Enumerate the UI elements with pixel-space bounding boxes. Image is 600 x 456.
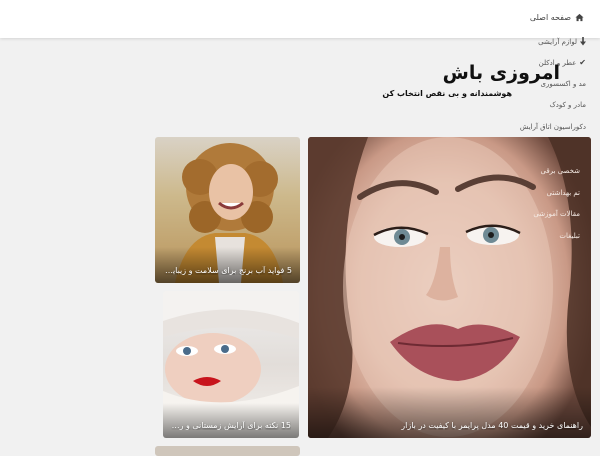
nav-item-label: دکوراسیون اتاق آرایش [519, 123, 586, 131]
nav-item-mother-child[interactable]: مادر و کودک [456, 101, 586, 109]
article-caption: 5 فواید آب برنج برای سلامت و زیبایی... [163, 266, 292, 275]
overlay-nav-item-4[interactable]: تبلیغات [510, 232, 580, 240]
featured-article-card[interactable]: راهنمای خرید و قیمت 40 مدل پرایمر با کیف… [308, 137, 591, 438]
top-header-bar: صفحه اصلی [0, 0, 600, 38]
check-icon: ✔ [579, 58, 586, 67]
featured-article-image [308, 137, 591, 438]
article-image [163, 291, 299, 438]
overlay-nav-item-2[interactable]: تم بهداشتی [510, 189, 580, 197]
article-card[interactable]: 5 فواید آب برنج برای سلامت و زیبایی... [155, 137, 300, 283]
article-caption: 15 نکته برای آرایش زمستانی و روش... [171, 421, 291, 430]
hero-title: امروزی باش [442, 62, 560, 84]
home-icon [575, 13, 584, 22]
overlay-nav-label: تبلیغات [559, 232, 580, 240]
nav-item-decoration[interactable]: دکوراسیون اتاق آرایش [456, 123, 586, 131]
article-caption: راهنمای خرید و قیمت 40 مدل پرایمر با کیف… [401, 421, 583, 430]
overlay-nav-item-1[interactable]: شخصی برقی [510, 167, 580, 175]
nav-item-label: مادر و کودک [549, 101, 586, 109]
hero-subtitle: هوشمندانه و بی نقص انتخاب کن [382, 89, 512, 98]
article-image [155, 143, 300, 283]
overlay-nav-item-3[interactable]: مقالات آموزشی [510, 210, 580, 218]
download-arrow-icon [580, 37, 586, 46]
home-link[interactable]: صفحه اصلی [530, 13, 584, 22]
nav-item-label: لوازم آرایشی [538, 37, 577, 46]
article-card[interactable]: 15 نکته برای آرایش زمستانی و روش... [163, 291, 299, 438]
home-label: صفحه اصلی [529, 13, 571, 22]
article-card-partial[interactable] [155, 446, 300, 456]
overlay-nav-label: شخصی برقی [540, 167, 580, 175]
overlay-nav-label: مقالات آموزشی [533, 210, 580, 218]
nav-item-cosmetics[interactable]: لوازم آرایشی [456, 37, 586, 46]
overlay-nav-label: تم بهداشتی [546, 189, 580, 197]
